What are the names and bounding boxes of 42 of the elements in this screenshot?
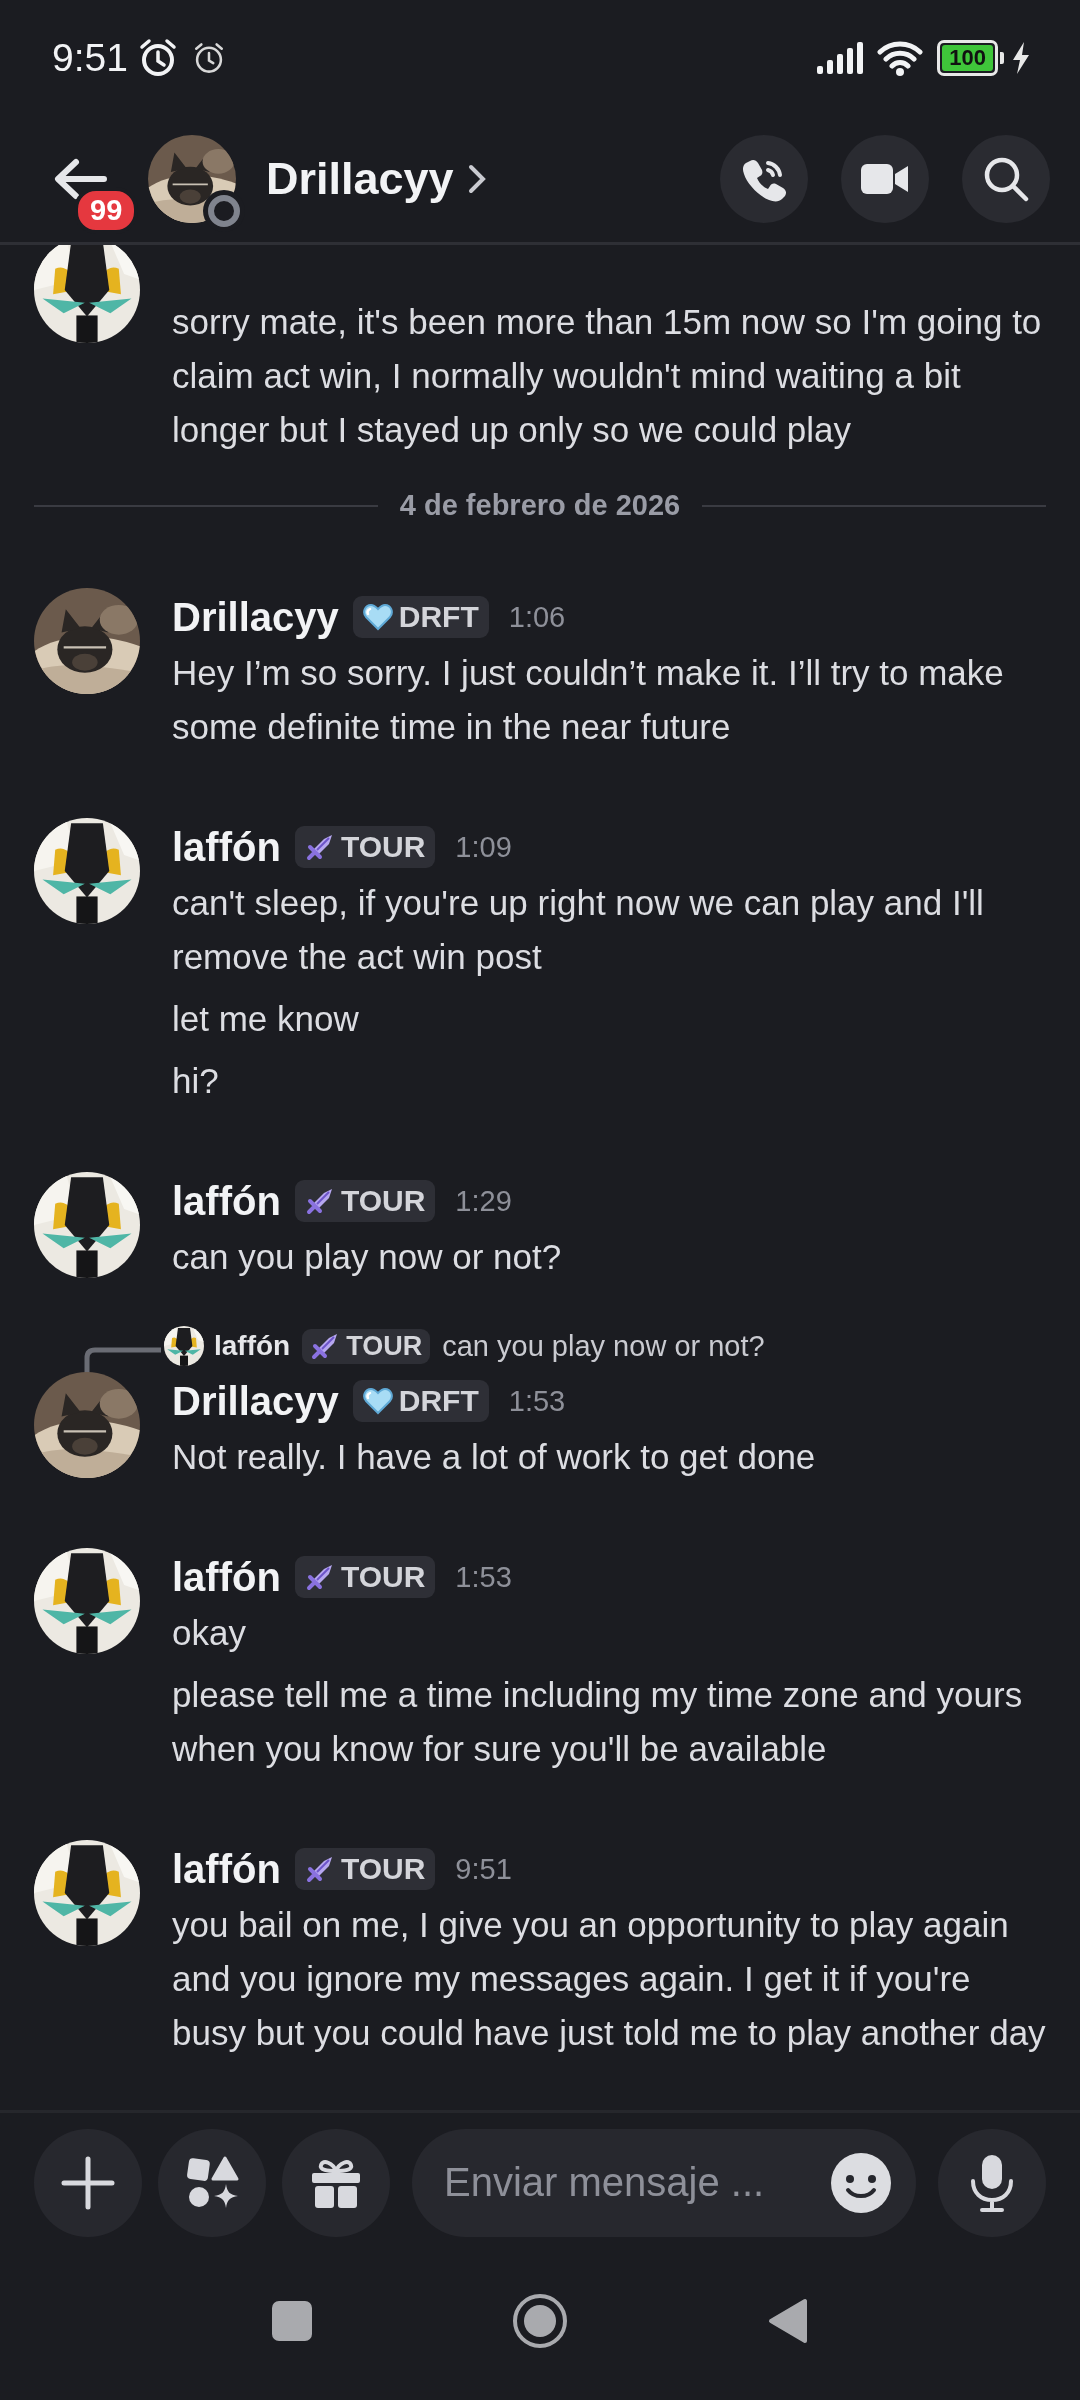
message-text: you bail on me, I give you an opportunity to play again and you ignore my messages again. I get it if you're busy but you could have just told me to play another day [172, 1904, 1047, 2054]
role-label: TOUR [340, 830, 426, 864]
timestamp: 9:51 [455, 1852, 512, 1886]
timestamp: 1:53 [455, 1560, 512, 1594]
author-name[interactable]: Drillacyy [172, 594, 339, 640]
reply-preview[interactable]: can you play now or not? [442, 1329, 765, 1363]
role-label: TOUR [346, 1330, 423, 1362]
battery-level: 100 [942, 44, 993, 71]
message-text: sorry mate, it's been more than 15m now so I'm going to claim act win, I normally wouldn't mind waiting a bit longer but I stayed up only so we could play [172, 301, 1043, 451]
role-tag[interactable]: DRFT [352, 1380, 489, 1422]
role-tag[interactable]: TOUR [294, 1180, 436, 1222]
role-tag[interactable]: DRFT [352, 596, 489, 638]
message-input[interactable]: Enviar mensaje ... [412, 2128, 916, 2237]
role-tag[interactable]: TOUR [294, 826, 436, 868]
message-text: Not really. I have a lot of work to get done [172, 1436, 817, 1478]
message-text: please tell me a time including my time zone and yours when you know for sure you'll be available [172, 1674, 1024, 1770]
message-text: let me know [172, 998, 360, 1040]
author-name[interactable]: laffón [172, 1554, 281, 1600]
author-name[interactable]: laffón [172, 824, 281, 870]
role-label: TOUR [340, 1184, 426, 1218]
timestamp: 1:09 [455, 830, 512, 864]
message-text: can you play now or not? [172, 1236, 563, 1278]
timestamp: 1:53 [508, 1384, 566, 1418]
role-label: TOUR [340, 1560, 426, 1594]
timestamp: 1:29 [455, 1184, 512, 1218]
clock-time: 9:51 [52, 35, 128, 80]
role-label: DRFT [398, 600, 479, 634]
message-text: Hey I’m so sorry. I just couldn’t make it. I’ll try to make some definite time in the near future [172, 652, 1005, 748]
author-name[interactable]: laffón [172, 1178, 281, 1224]
chat-title[interactable]: Drillacyy [266, 152, 454, 205]
message-text: hi? [172, 1060, 220, 1102]
role-label: TOUR [340, 1852, 426, 1886]
role-label: DRFT [398, 1384, 479, 1418]
message-text: okay [172, 1612, 247, 1654]
timestamp: 1:06 [508, 600, 566, 634]
author-name[interactable]: Drillacyy [172, 1378, 339, 1424]
role-tag[interactable]: TOUR [294, 1556, 436, 1598]
role-tag[interactable]: TOUR [294, 1848, 436, 1890]
date-separator: 4 de febrero de 2026 [399, 489, 681, 522]
author-name[interactable]: laffón [172, 1846, 281, 1892]
role-tag[interactable]: TOUR [302, 1328, 431, 1364]
reply-author[interactable]: laffón [214, 1330, 291, 1362]
